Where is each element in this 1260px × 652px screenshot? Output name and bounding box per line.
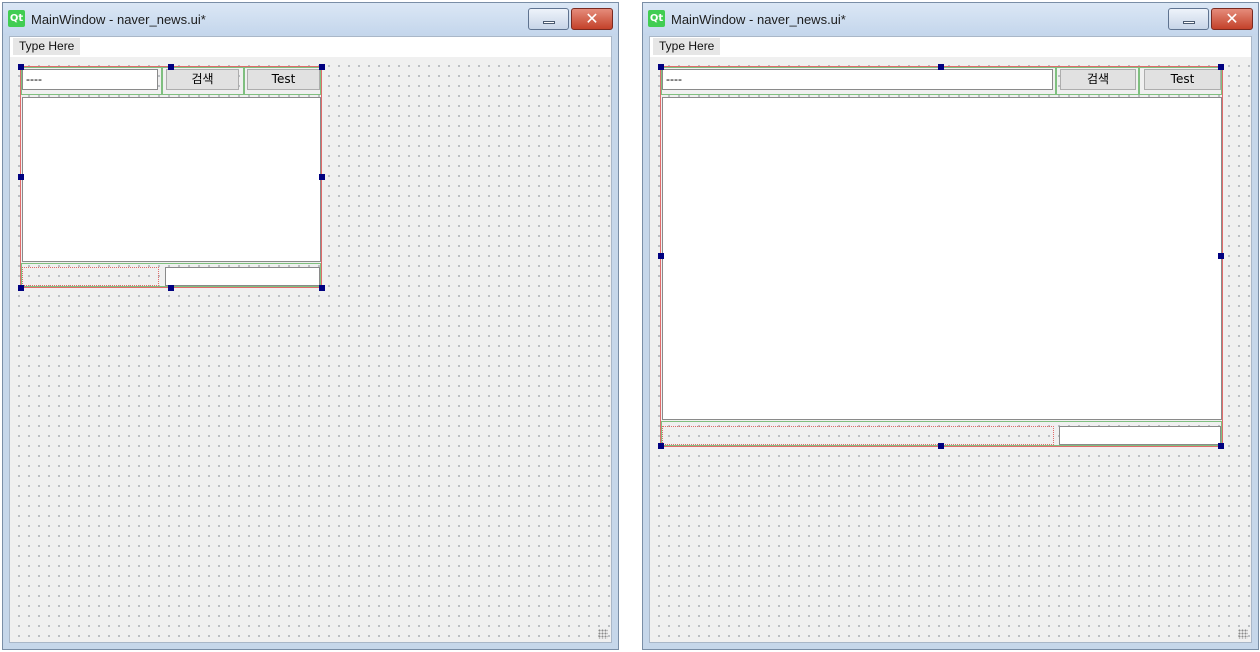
menu-bar: Type Here [10, 37, 611, 57]
close-button[interactable]: ✕ [571, 8, 613, 30]
test-button[interactable]: Test [247, 69, 320, 90]
qt-logo-icon: Qt [8, 10, 25, 27]
minimize-button[interactable] [528, 8, 569, 30]
selection-handle[interactable] [658, 443, 664, 449]
bottom-spacer [662, 426, 1054, 445]
search-button[interactable]: 검색 [166, 69, 239, 90]
qt-logo-icon: Qt [648, 10, 665, 27]
selection-handle[interactable] [658, 64, 664, 70]
designer-window-small: Qt MainWindow - naver_news.ui* ✕ Type He… [2, 2, 619, 650]
selection-handle[interactable] [1218, 443, 1224, 449]
resize-grip-icon[interactable] [1238, 629, 1248, 639]
selection-handle[interactable] [168, 64, 174, 70]
designer-window-large: Qt MainWindow - naver_news.ui* ✕ Type He… [642, 2, 1259, 650]
selection-handle[interactable] [1218, 64, 1224, 70]
selection-handle[interactable] [658, 253, 664, 259]
news-text-browser[interactable] [22, 97, 321, 262]
close-icon: ✕ [585, 9, 599, 28]
news-text-browser[interactable] [662, 97, 1222, 420]
selection-handle[interactable] [319, 285, 325, 291]
selection-handle[interactable] [938, 64, 944, 70]
menu-type-here[interactable]: Type Here [653, 38, 721, 55]
window-title: MainWindow - naver_news.ui* [671, 12, 846, 27]
form-canvas[interactable]: Type Here ---- 검색 Test [9, 36, 612, 643]
window-title: MainWindow - naver_news.ui* [31, 12, 206, 27]
top-layout-separator [243, 67, 245, 95]
selection-handle[interactable] [1218, 253, 1224, 259]
selection-handle[interactable] [168, 285, 174, 291]
search-button[interactable]: 검색 [1060, 69, 1136, 90]
selection-handle[interactable] [938, 443, 944, 449]
bottom-line-edit[interactable] [165, 267, 320, 286]
minimize-icon [543, 21, 555, 24]
query-line-edit[interactable]: ---- [22, 69, 158, 90]
close-button[interactable]: ✕ [1211, 8, 1253, 30]
selection-handle[interactable] [18, 64, 24, 70]
query-line-edit[interactable]: ---- [662, 69, 1053, 90]
selection-handle[interactable] [18, 174, 24, 180]
title-bar[interactable]: Qt MainWindow - naver_news.ui* ✕ [643, 3, 1258, 35]
resize-grip-icon[interactable] [598, 629, 608, 639]
top-layout-separator [1055, 67, 1057, 95]
bottom-line-edit[interactable] [1059, 426, 1221, 445]
bottom-spacer [22, 267, 159, 286]
close-icon: ✕ [1225, 9, 1239, 28]
form-canvas[interactable]: Type Here ---- 검색 Test [649, 36, 1252, 643]
minimize-button[interactable] [1168, 8, 1209, 30]
test-button[interactable]: Test [1144, 69, 1221, 90]
minimize-icon [1183, 21, 1195, 24]
selection-handle[interactable] [18, 285, 24, 291]
menu-type-here[interactable]: Type Here [13, 38, 81, 55]
top-layout-separator [1138, 67, 1140, 95]
selection-handle[interactable] [319, 174, 325, 180]
menu-bar: Type Here [650, 37, 1251, 57]
title-bar[interactable]: Qt MainWindow - naver_news.ui* ✕ [3, 3, 618, 35]
selection-handle[interactable] [319, 64, 325, 70]
top-layout-separator [161, 67, 163, 95]
